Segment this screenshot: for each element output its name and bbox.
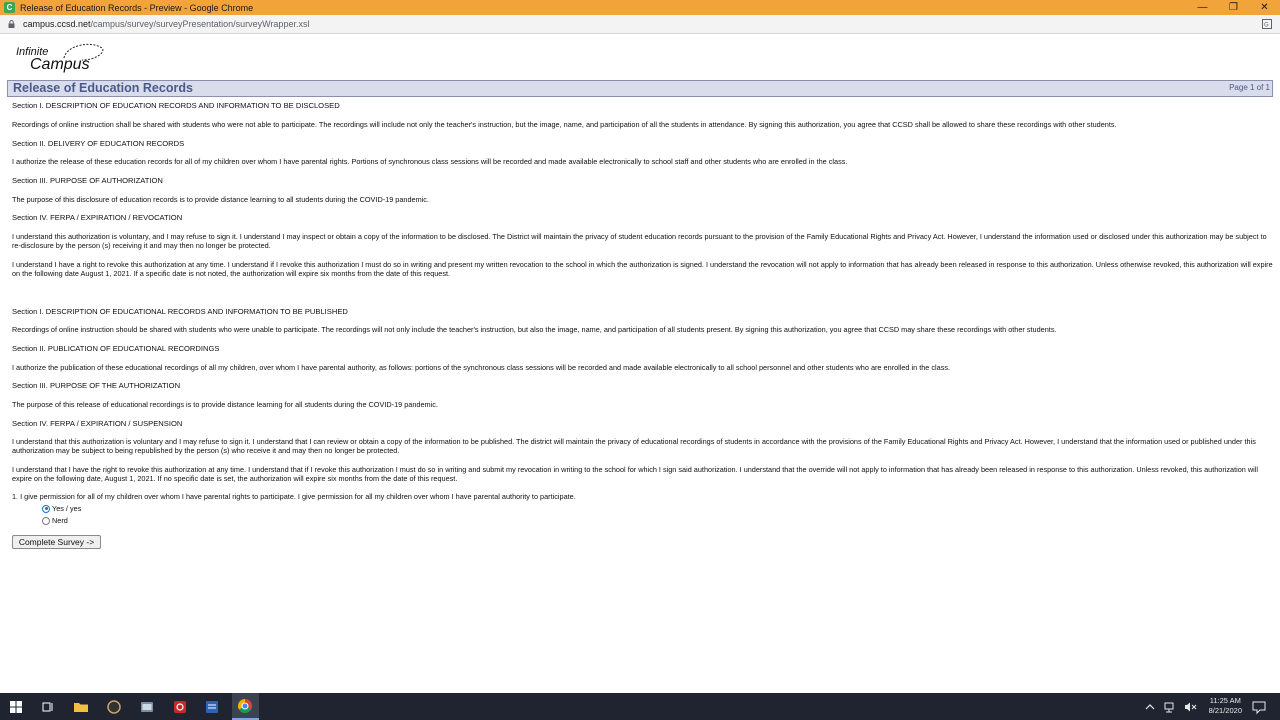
windows-start-icon[interactable]: [8, 699, 24, 715]
logo-swirl-icon: [63, 43, 104, 61]
translate-icon[interactable]: G: [1262, 19, 1272, 29]
window-controls: — ❐ ✕: [1187, 0, 1280, 15]
radio-label-nerd: Nerd: [52, 516, 68, 525]
complete-survey-button[interactable]: Complete Survey ->: [12, 535, 101, 549]
radio-nerd[interactable]: [42, 516, 50, 525]
radio-option-yes[interactable]: Yes / yes: [42, 504, 81, 513]
section-body: The purpose of this disclosure of educat…: [12, 195, 429, 204]
section-body: The purpose of this release of education…: [12, 400, 438, 409]
notification-icon[interactable]: [1251, 699, 1267, 715]
radio-option-nerd[interactable]: Nerd: [42, 516, 68, 525]
section-body: I understand I have a right to revoke th…: [12, 260, 1273, 278]
chrome-taskbar-button[interactable]: [232, 693, 259, 720]
url-text[interactable]: campus.ccsd.net/campus/survey/surveyPres…: [23, 19, 309, 29]
page-indicator: Page 1 of 1: [1229, 83, 1270, 92]
close-button[interactable]: ✕: [1249, 0, 1280, 15]
section-body: Recordings of online instruction should …: [12, 325, 1057, 334]
section-heading: Section II. DELIVERY OF EDUCATION RECORD…: [12, 139, 185, 148]
window-title: Release of Education Records - Preview -…: [20, 2, 254, 13]
section-heading: Section IV. FERPA / EXPIRATION / REVOCAT…: [12, 213, 183, 222]
network-icon[interactable]: [1162, 699, 1178, 715]
section-heading: Section I. DESCRIPTION OF EDUCATIONAL RE…: [12, 307, 348, 316]
app-circle-icon[interactable]: [106, 699, 122, 715]
minimize-button[interactable]: —: [1187, 0, 1218, 15]
lock-icon: [8, 20, 15, 28]
section-body: Recordings of online instruction shall b…: [12, 120, 1117, 129]
section-body: I authorize the release of these educati…: [12, 157, 848, 166]
section-heading: Section II. PUBLICATION OF EDUCATIONAL R…: [12, 344, 220, 353]
radio-yes[interactable]: [42, 504, 50, 513]
page-title: Release of Education Records: [13, 81, 193, 95]
chrome-app-icon: C: [4, 2, 15, 13]
question-text: 1. I give permission for all of my child…: [12, 492, 576, 501]
restore-button[interactable]: ❐: [1218, 0, 1249, 15]
app-red-icon[interactable]: [172, 699, 188, 715]
section-heading: Section III. PURPOSE OF AUTHORIZATION: [12, 176, 163, 185]
browser-titlebar: C Release of Education Records - Preview…: [0, 0, 1280, 15]
page-header: Release of Education Records Page 1 of 1: [7, 80, 1273, 97]
svg-text:G: G: [1264, 23, 1269, 29]
radio-label-yes: Yes / yes: [52, 504, 82, 513]
chevron-up-icon[interactable]: [1142, 699, 1158, 715]
file-explorer-icon[interactable]: [73, 699, 89, 715]
clock-time: 11:25 AM: [1209, 696, 1241, 705]
clock-date: 8/21/2020: [1208, 706, 1242, 715]
section-body: I understand that this authorization is …: [12, 437, 1256, 455]
app-window-icon[interactable]: [139, 699, 155, 715]
windows-taskbar: 11:25 AM 8/21/2020: [0, 693, 1280, 720]
system-clock[interactable]: 11:25 AM 8/21/2020: [1209, 696, 1242, 716]
section-heading: Section I. DESCRIPTION OF EDUCATION RECO…: [12, 101, 340, 110]
task-view-icon[interactable]: [40, 699, 56, 715]
section-body: I understand this authorization is volun…: [12, 232, 1267, 250]
section-heading: Section III. PURPOSE OF THE AUTHORIZATIO…: [12, 381, 181, 390]
section-body: I authorize the publication of these edu…: [12, 363, 951, 372]
section-heading: Section IV. FERPA / EXPIRATION / SUSPENS…: [12, 419, 183, 428]
volume-muted-icon[interactable]: [1182, 699, 1198, 715]
address-bar[interactable]: campus.ccsd.net/campus/survey/surveyPres…: [0, 15, 1280, 34]
chrome-icon: [238, 699, 252, 713]
app-notes-icon[interactable]: [204, 699, 220, 715]
section-body: I understand that I have the right to re…: [12, 465, 1259, 483]
infinite-campus-logo: Infinite Campus: [16, 42, 108, 76]
